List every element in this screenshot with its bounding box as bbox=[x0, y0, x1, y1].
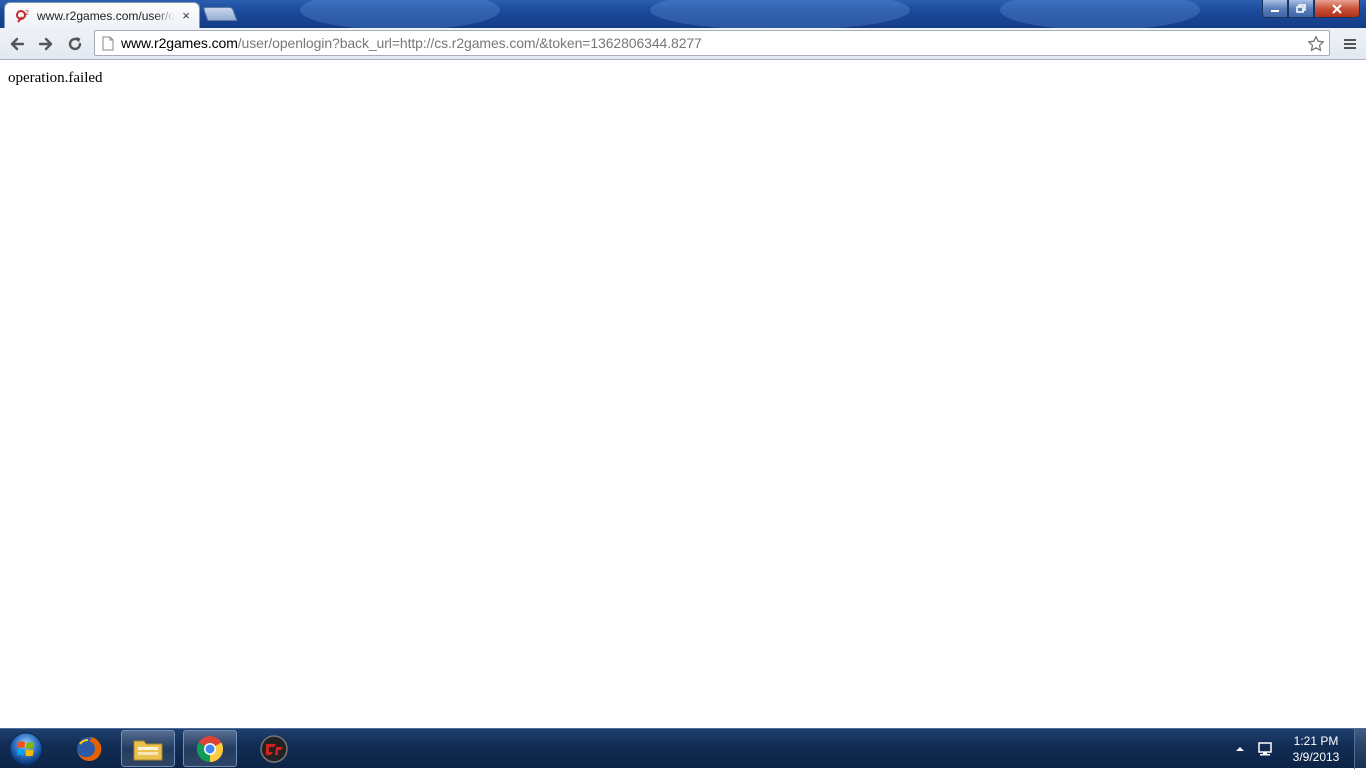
firefox-icon bbox=[77, 736, 102, 761]
address-bar[interactable]: www.r2games.com/user/openlogin?back_url=… bbox=[94, 30, 1330, 56]
back-arrow-icon bbox=[10, 37, 25, 51]
titlebar-glow bbox=[650, 0, 910, 28]
clock-date: 3/9/2013 bbox=[1292, 750, 1340, 764]
tab-strip: 2 www.r2games.com/user/openlogin?back_ur… bbox=[0, 0, 1366, 28]
taskbar-windows-explorer[interactable] bbox=[121, 730, 175, 767]
browser-window: 2 www.r2games.com/user/openlogin?back_ur… bbox=[0, 0, 1366, 728]
browser-tab[interactable]: 2 www.r2games.com/user/openlogin?back_ur… bbox=[4, 2, 200, 28]
restore-icon bbox=[1296, 3, 1306, 13]
crossfire-icon bbox=[260, 734, 288, 763]
windows-start-orb-icon bbox=[9, 732, 43, 766]
reload-icon bbox=[68, 37, 82, 51]
chevron-up-icon bbox=[1236, 747, 1244, 751]
page-content: operation.failed bbox=[0, 61, 1366, 728]
bookmark-star-button[interactable] bbox=[1305, 33, 1327, 55]
close-window-button[interactable] bbox=[1314, 0, 1360, 18]
show-hidden-icons-button[interactable] bbox=[1233, 742, 1247, 756]
start-button[interactable] bbox=[6, 730, 46, 768]
page-icon bbox=[101, 35, 115, 51]
system-clock[interactable]: 1:21 PM 3/9/2013 bbox=[1284, 733, 1348, 765]
svg-text:2: 2 bbox=[25, 10, 29, 17]
taskbar-crossfire[interactable] bbox=[247, 730, 301, 767]
new-tab-button[interactable] bbox=[202, 7, 238, 21]
minimize-button[interactable] bbox=[1262, 0, 1288, 18]
windows-taskbar: 1:21 PM 3/9/2013 bbox=[0, 728, 1366, 769]
browser-toolbar: www.r2games.com/user/openlogin?back_url=… bbox=[0, 28, 1366, 60]
page-body-text: operation.failed bbox=[8, 70, 103, 86]
reload-button[interactable] bbox=[63, 32, 87, 56]
minimize-icon bbox=[1271, 9, 1279, 12]
forward-button[interactable] bbox=[34, 32, 58, 56]
forward-arrow-icon bbox=[38, 37, 53, 51]
folder-icon bbox=[133, 740, 163, 760]
network-tray-button[interactable] bbox=[1256, 740, 1274, 758]
back-button[interactable] bbox=[5, 32, 29, 56]
url-host: www.r2games.com bbox=[121, 35, 238, 51]
tab-close-icon[interactable]: × bbox=[179, 8, 193, 23]
titlebar-glow bbox=[1000, 0, 1200, 28]
taskbar-firefox[interactable] bbox=[62, 730, 116, 767]
taskbar-google-chrome[interactable] bbox=[183, 730, 237, 767]
chrome-icon bbox=[196, 735, 224, 762]
star-icon bbox=[1307, 35, 1325, 52]
clock-time: 1:21 PM bbox=[1293, 734, 1339, 748]
show-desktop-button[interactable] bbox=[1354, 729, 1366, 769]
hamburger-menu-icon bbox=[1344, 39, 1356, 49]
url-text: www.r2games.com/user/openlogin?back_url=… bbox=[121, 35, 702, 51]
url-path: /user/openlogin?back_url=http://cs.r2gam… bbox=[237, 35, 702, 51]
restore-button[interactable] bbox=[1288, 0, 1314, 18]
tab-title: www.r2games.com/user/openlogin?back_url=… bbox=[37, 8, 175, 23]
chrome-menu-button[interactable] bbox=[1338, 32, 1362, 56]
network-icon bbox=[1258, 742, 1272, 756]
r2games-favicon-icon: 2 bbox=[15, 8, 31, 24]
titlebar-glow bbox=[300, 0, 500, 28]
close-icon bbox=[1332, 3, 1342, 14]
window-controls bbox=[1262, 0, 1360, 18]
